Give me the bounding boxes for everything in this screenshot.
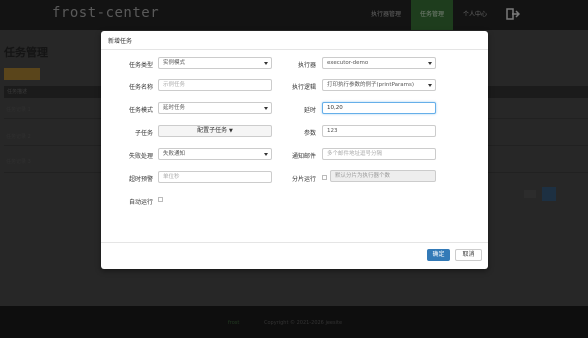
task-type-select[interactable]: 实例模式	[158, 57, 272, 69]
shard-run-label: 分片运行	[291, 176, 316, 183]
shard-run-checkbox[interactable]	[322, 175, 327, 180]
notify-email-input[interactable]: 多个邮件地址逗号分隔	[322, 148, 436, 160]
auto-run-label: 自动运行	[128, 199, 153, 206]
configure-subtask-label: 配置子任务	[197, 127, 228, 134]
param-label: 参数	[303, 130, 316, 137]
new-task-modal: 新增任务 任务类型 实例模式 执行器 executor-demo 任务名称 示例…	[101, 31, 488, 269]
configure-subtask-button[interactable]: 配置子任务 ▼	[158, 125, 272, 137]
chevron-down-icon	[428, 84, 432, 87]
delay-label: 延时	[303, 107, 316, 114]
delay-input[interactable]: 10,20	[322, 102, 436, 114]
executor-value: executor-demo	[327, 60, 369, 66]
confirm-button[interactable]: 确定	[427, 249, 450, 261]
cancel-button[interactable]: 取消	[455, 249, 482, 261]
task-mode-label: 任务模式	[128, 107, 153, 114]
task-name-input[interactable]: 示例任务	[158, 79, 272, 91]
chevron-down-icon	[264, 153, 268, 156]
task-type-value: 实例模式	[163, 60, 186, 66]
executor-select[interactable]: executor-demo	[322, 57, 436, 69]
param-input[interactable]: 123	[322, 125, 436, 137]
task-name-label: 任务名称	[128, 84, 153, 91]
notify-email-label: 通知邮件	[291, 153, 316, 160]
chevron-down-icon	[428, 62, 432, 65]
timeout-warning-label: 超时预警	[128, 176, 153, 183]
timeout-warning-input[interactable]: 单位秒	[158, 171, 272, 183]
shard-count-input[interactable]: 默认分片为执行器个数	[330, 170, 436, 182]
exec-logic-label: 执行逻辑	[291, 84, 316, 91]
exec-logic-value: 打印执行参数的例子(printParams)	[327, 82, 415, 88]
modal-title: 新增任务	[108, 38, 133, 45]
caret-down-icon: ▼	[229, 128, 233, 134]
fail-handling-label: 失败处理	[128, 153, 153, 160]
task-mode-select[interactable]: 延时任务	[158, 102, 272, 114]
chevron-down-icon	[264, 107, 268, 110]
fail-handling-select[interactable]: 失败通知	[158, 148, 272, 160]
exec-logic-select[interactable]: 打印执行参数的例子(printParams)	[322, 79, 436, 91]
task-mode-value: 延时任务	[163, 105, 186, 111]
fail-handling-value: 失败通知	[163, 151, 186, 157]
subtask-label: 子任务	[134, 130, 153, 137]
auto-run-checkbox[interactable]	[158, 197, 163, 202]
chevron-down-icon	[264, 62, 268, 65]
executor-label: 执行器	[297, 62, 316, 69]
modal-header: 新增任务	[101, 31, 488, 50]
modal-footer-divider	[101, 242, 488, 243]
task-type-label: 任务类型	[128, 62, 153, 69]
